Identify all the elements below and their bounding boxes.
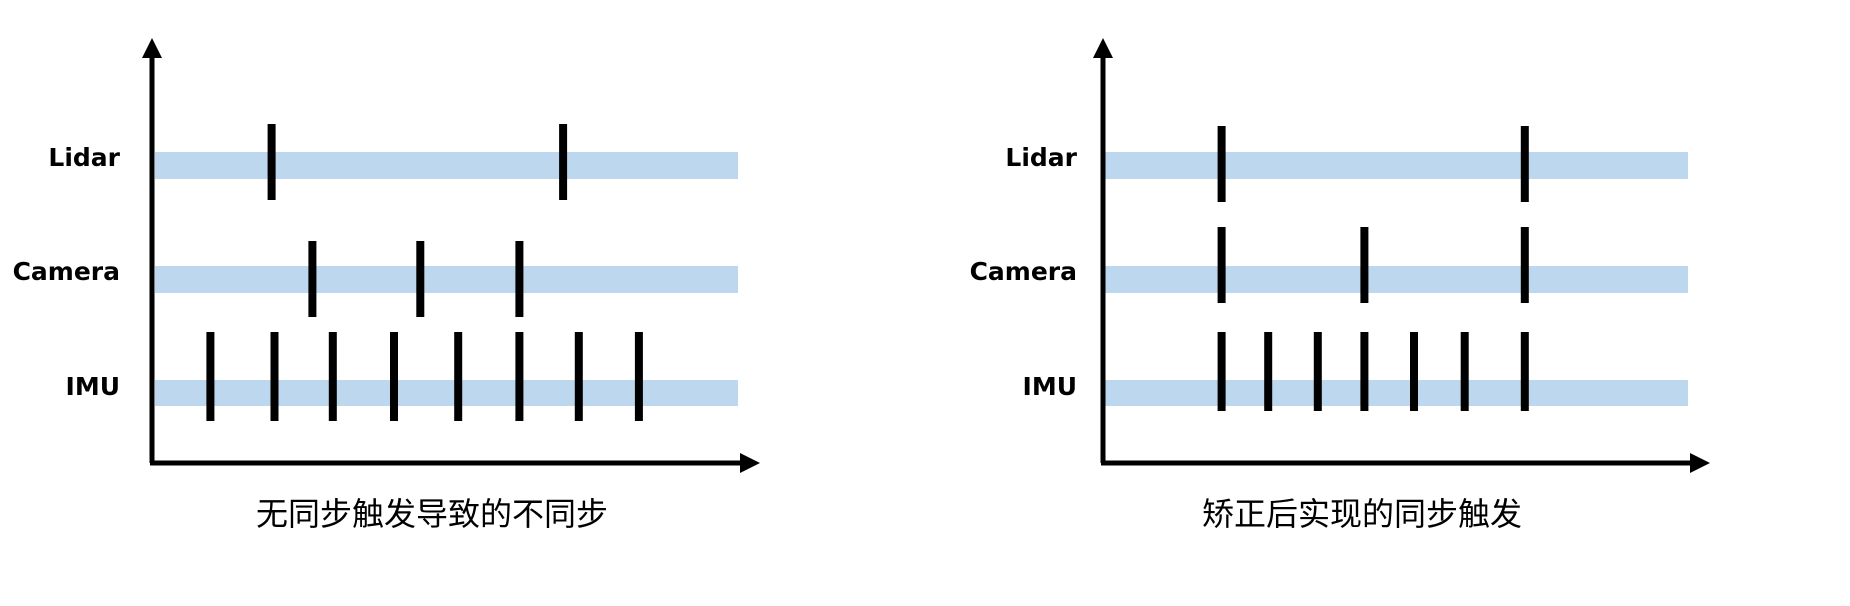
imu-tick: [1410, 332, 1418, 411]
lidar-tick: [1217, 126, 1226, 202]
y-axis-arrow-icon: [1093, 38, 1113, 58]
imu-tick: [1217, 332, 1226, 411]
lidar-band: [1105, 152, 1688, 179]
imu-label: IMU: [66, 372, 120, 401]
imu-tick: [1264, 332, 1273, 411]
synced-panel: Lidar Camera IMU 矫正后实现的同步触发: [970, 38, 1710, 533]
x-axis-arrow-icon: [1690, 453, 1710, 473]
lidar-tick: [1520, 126, 1529, 202]
imu-tick: [328, 332, 337, 421]
imu-tick: [270, 332, 279, 421]
imu-tick: [206, 332, 215, 421]
camera-band: [155, 266, 738, 293]
camera-label: Camera: [970, 257, 1077, 286]
imu-tick: [515, 332, 524, 421]
lidar-label: Lidar: [48, 143, 120, 172]
imu-tick: [574, 332, 583, 421]
imu-tick: [634, 332, 643, 421]
unsynced-panel: Lidar Camera IMU 无同步触发导致的不同步: [13, 38, 760, 533]
imu-tick: [1360, 332, 1369, 411]
imu-band: [1105, 380, 1688, 406]
lidar-tick: [559, 124, 568, 200]
imu-tick: [1313, 332, 1322, 411]
camera-tick: [308, 241, 317, 317]
camera-tick: [1360, 227, 1369, 303]
sync-diagram: Lidar Camera IMU 无同步触发导致的不同步 Lidar Camera IMU…: [13, 38, 1710, 533]
imu-tick: [1460, 332, 1469, 411]
panel-caption: 矫正后实现的同步触发: [1202, 495, 1522, 533]
camera-tick: [1217, 227, 1226, 303]
camera-tick: [1520, 227, 1529, 303]
camera-label: Camera: [13, 257, 120, 286]
lidar-band: [155, 152, 738, 179]
imu-tick: [454, 332, 463, 421]
camera-band: [1105, 266, 1688, 293]
imu-tick: [390, 332, 398, 421]
imu-label: IMU: [1023, 372, 1077, 401]
camera-tick: [515, 241, 524, 317]
x-axis-arrow-icon: [740, 453, 760, 473]
lidar-tick: [267, 124, 276, 200]
panel-caption: 无同步触发导致的不同步: [256, 495, 608, 533]
camera-tick: [416, 241, 425, 317]
lidar-label: Lidar: [1005, 143, 1077, 172]
imu-tick: [1520, 332, 1529, 411]
y-axis-arrow-icon: [142, 38, 162, 58]
imu-band: [155, 380, 738, 406]
